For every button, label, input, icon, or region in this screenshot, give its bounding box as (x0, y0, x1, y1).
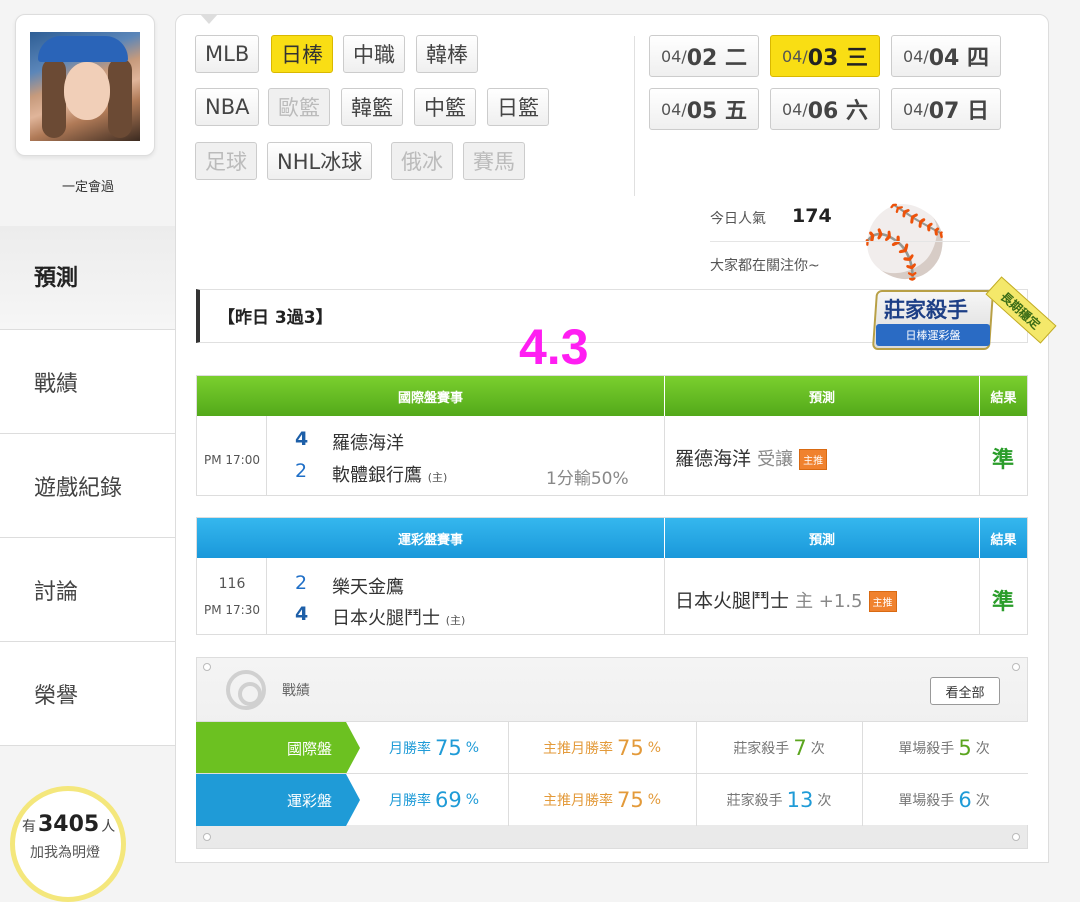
watermark-graphic: ⚾ (856, 195, 954, 289)
badge-ribbon: 日棒運彩盤 (876, 324, 990, 346)
league-kbo[interactable]: 韓棒 (416, 35, 478, 73)
game-number: 116 (218, 576, 246, 592)
prediction-pick: 日本火腿鬥士 主 +1.5 主推 (675, 586, 897, 613)
result-mark: 準 (992, 448, 1015, 473)
league-cpbl[interactable]: 中職 (343, 35, 405, 73)
popularity-subtext: 大家都在關注你~ (710, 258, 820, 274)
team2-name: 日本火腿鬥士 (主) (332, 608, 466, 629)
badge-title: 莊家殺手 (884, 298, 968, 322)
sidebar-item-honor[interactable]: 榮譽 (0, 642, 176, 746)
league-soccer: 足球 (195, 142, 257, 180)
avatar[interactable] (30, 32, 140, 141)
banker-killer-count: 莊家殺手 13 次 (726, 788, 832, 812)
date-0406[interactable]: 04/06 六 (770, 88, 880, 130)
row-arrow (346, 722, 360, 774)
panel-notch (200, 14, 218, 24)
league-khl: 俄冰 (391, 142, 453, 180)
team1-name: 樂天金鷹 (332, 577, 404, 598)
match-time: PM 17:00 (204, 453, 260, 467)
result-mark: 準 (992, 590, 1015, 615)
stats-row-label: 運彩盤 (196, 774, 346, 826)
single-game-killer-count: 單場殺手 5 次 (898, 736, 990, 760)
follower-count: 有3405 人 (22, 812, 116, 837)
team1-score: 2 (295, 572, 308, 594)
sidebar-item-game-log[interactable]: 遊戲紀錄 (0, 434, 176, 538)
league-japan-basketball[interactable]: 日籃 (487, 88, 549, 126)
sidebar-item-discussion[interactable]: 討論 (0, 538, 176, 642)
featured-monthly-win-rate: 主推月勝率 75% (542, 736, 662, 760)
yesterday-record: 【昨日 3過3】 (218, 308, 333, 328)
date-0404[interactable]: 04/04 四 (891, 35, 1001, 77)
league-npb[interactable]: 日棒 (271, 35, 333, 73)
featured-tag: 主推 (799, 449, 828, 470)
target-icon (226, 670, 266, 710)
table-header: 國際盤賽事 預測 結果 (197, 376, 1027, 416)
prediction-pick: 羅德海洋 受讓 主推 (675, 444, 828, 471)
header-intl-match: 國際盤賽事 (197, 376, 664, 416)
odds-line: 1分輸50% (546, 469, 629, 489)
banker-killer-count: 莊家殺手 7 次 (733, 736, 825, 760)
league-mlb[interactable]: MLB (195, 35, 260, 73)
popularity-value: 174 (792, 205, 832, 227)
team2-score: 2 (295, 460, 308, 482)
stats-row-intl: 國際盤 月勝率 75% 主推月勝率 75% 莊家殺手 7 次 單場殺手 5 次 (196, 721, 1028, 774)
view-all-button[interactable]: 看全部 (930, 677, 1000, 705)
stats-title: 戰績 (282, 683, 310, 699)
featured-tag: 主推 (868, 591, 897, 612)
featured-monthly-win-rate: 主推月勝率 75% (542, 788, 662, 812)
overlay-number: 4.3 (519, 319, 589, 375)
monthly-win-rate: 月勝率 69% (388, 788, 480, 812)
corner-dot (1012, 833, 1020, 841)
team2-name: 軟體銀行鷹 (主) (332, 465, 448, 486)
team1-score: 4 (295, 428, 309, 450)
match-time: PM 17:30 (204, 603, 260, 617)
date-0403[interactable]: 04/03 三 (770, 35, 880, 77)
popularity-label: 今日人氣 (710, 211, 766, 227)
corner-dot (1012, 663, 1020, 671)
monthly-win-rate: 月勝率 75% (388, 736, 480, 760)
team2-score: 4 (295, 603, 309, 625)
league-china-basketball[interactable]: 中籃 (414, 88, 476, 126)
sidebar: 一定會過 預測 戰績 遊戲紀錄 討論 榮譽 有3405 人 加我為明燈 (0, 0, 176, 902)
stats-row-label: 國際盤 (196, 722, 346, 774)
sidebar-item-predict[interactable]: 預測 (0, 226, 176, 330)
stats-row-lottery: 運彩盤 月勝率 69% 主推月勝率 75% 莊家殺手 13 次 單場殺手 6 次 (196, 773, 1028, 826)
corner-dot (203, 833, 211, 841)
league-euro-basketball: 歐籃 (268, 88, 330, 126)
divider (634, 36, 635, 196)
sidebar-item-record[interactable]: 戰績 (0, 330, 176, 434)
sport-lottery-prediction-table: 運彩盤賽事 預測 結果 116 PM 17:30 2 樂天金鷹 4 日本火腿鬥士… (196, 517, 1028, 635)
header-result: 結果 (979, 518, 1027, 558)
league-nba[interactable]: NBA (195, 88, 260, 126)
header-prediction: 預測 (664, 376, 979, 416)
date-0402[interactable]: 04/02 二 (649, 35, 759, 77)
team1-name: 羅德海洋 (332, 433, 404, 454)
date-0405[interactable]: 04/05 五 (649, 88, 759, 130)
intl-prediction-table: 國際盤賽事 預測 結果 PM 17:00 4 羅德海洋 2 軟體銀行鷹 (主) … (196, 375, 1028, 496)
username[interactable]: 一定會過 (0, 176, 176, 195)
avatar-card[interactable] (15, 14, 155, 156)
league-nhl[interactable]: NHL冰球 (267, 142, 373, 180)
single-game-killer-count: 單場殺手 6 次 (898, 788, 990, 812)
league-korea-basketball[interactable]: 韓籃 (341, 88, 403, 126)
league-horse-racing: 賽馬 (463, 142, 525, 180)
popularity-divider (710, 241, 970, 242)
header-lottery-match: 運彩盤賽事 (197, 518, 664, 558)
header-prediction: 預測 (664, 518, 979, 558)
table-header: 運彩盤賽事 預測 結果 (197, 518, 1027, 558)
corner-dot (203, 663, 211, 671)
header-result: 結果 (979, 376, 1027, 416)
row-arrow (346, 774, 360, 826)
follow-light-label[interactable]: 加我為明燈 (30, 842, 100, 862)
date-0407[interactable]: 04/07 日 (891, 88, 1001, 130)
